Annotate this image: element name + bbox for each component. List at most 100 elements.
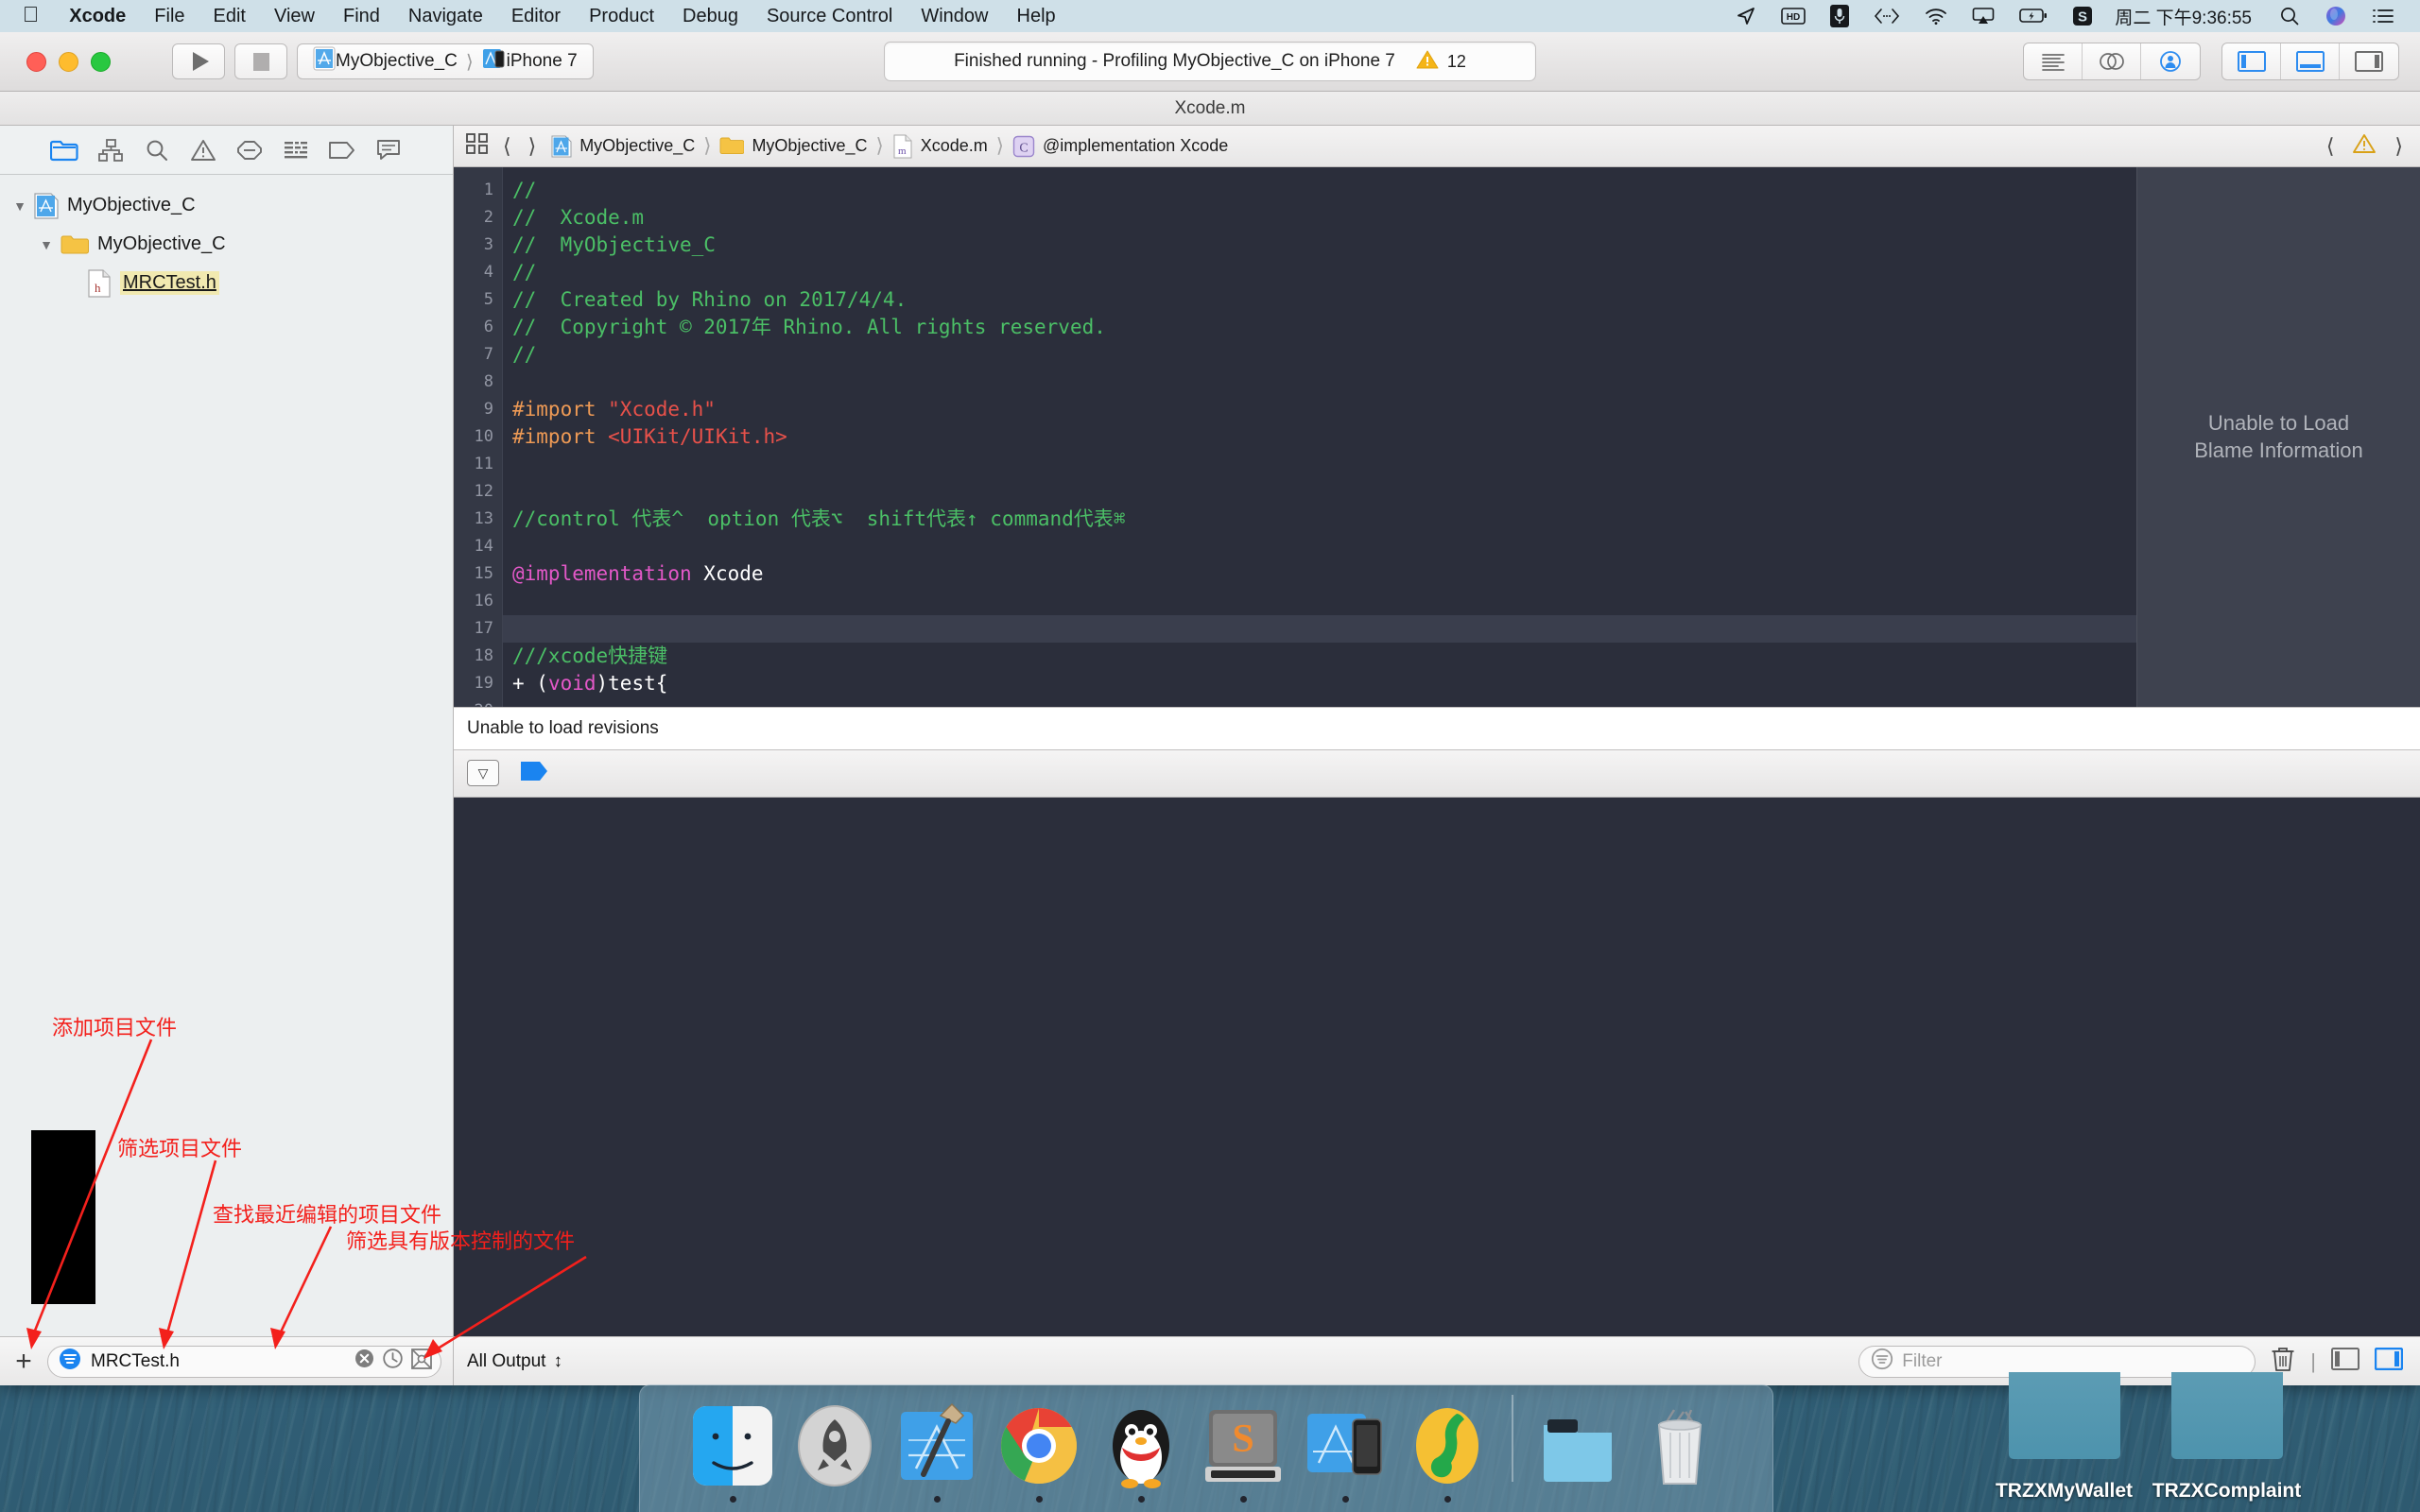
sidebar-item-debug-navigator[interactable]	[273, 131, 320, 169]
breakpoint-toggle-icon[interactable]	[520, 760, 552, 787]
siri-icon[interactable]	[2312, 0, 2360, 32]
dock-item-netease-music[interactable]	[1400, 1389, 1495, 1503]
dock-item-qq[interactable]	[1094, 1389, 1188, 1503]
next-issue-icon[interactable]: ⟩	[2394, 134, 2403, 159]
tree-item-myobjective-c[interactable]: ▼ MyObjective_C	[0, 225, 453, 264]
breadcrumb-item-3[interactable]: C @implementation Xcode	[1012, 135, 1228, 158]
menu-item-product[interactable]: Product	[575, 6, 668, 27]
airplay-icon[interactable]	[1960, 0, 2007, 32]
previous-issue-icon[interactable]: ⟨	[2326, 134, 2335, 159]
stop-icon	[252, 52, 269, 71]
menu-item-view[interactable]: View	[260, 6, 329, 27]
back-chevron-icon[interactable]: ⟨	[503, 134, 511, 159]
menu-item-navigate[interactable]: Navigate	[394, 6, 497, 27]
apple-logo-icon[interactable]: 	[23, 3, 39, 26]
show-console-only-icon[interactable]	[2374, 1347, 2404, 1375]
show-variables-only-icon[interactable]	[2331, 1348, 2360, 1375]
version-editor-icon[interactable]	[2141, 43, 2200, 79]
tree-item-mrctest-h[interactable]: h MRCTest.h	[0, 264, 453, 302]
notification-center-icon[interactable]	[2360, 0, 2407, 32]
toggle-debug-panel-button[interactable]: ▽	[467, 760, 499, 786]
breadcrumb-item-0[interactable]: MyObjective_C	[551, 135, 695, 158]
source-code-text[interactable]: // // Xcode.m // MyObjective_C // // Created…	[503, 167, 2136, 707]
navigator-filter-field[interactable]: MRCTest.h	[47, 1345, 441, 1378]
spotlight-search-icon[interactable]	[2267, 0, 2312, 32]
recent-files-icon[interactable]	[382, 1348, 404, 1375]
menu-item-window[interactable]: Window	[907, 6, 1002, 27]
hd-badge-icon[interactable]: HD	[1769, 0, 1818, 32]
sidebar-item-project-navigator[interactable]	[42, 131, 88, 169]
toggle-debug-area-icon[interactable]	[2281, 43, 2340, 79]
menu-item-editor[interactable]: Editor	[497, 6, 575, 27]
running-indicator	[1341, 1496, 1349, 1503]
menu-item-debug[interactable]: Debug	[668, 6, 752, 27]
warning-badge[interactable]: 12	[1416, 49, 1466, 75]
desktop-icon-trzxcomplaint[interactable]: TRZXComplaint	[2144, 1372, 2309, 1503]
sidebar-item-report-navigator[interactable]	[366, 131, 412, 169]
source-control-filter-icon[interactable]	[410, 1348, 433, 1376]
standard-editor-icon[interactable]	[2024, 43, 2083, 79]
code-token: Xcode	[703, 562, 764, 585]
line-number: 7	[483, 345, 493, 364]
tree-item-myobjective-c[interactable]: ▼ MyObjective_C	[0, 186, 453, 225]
sidebar-item-find-navigator[interactable]	[134, 131, 181, 169]
dock-item-launchpad[interactable]	[787, 1389, 882, 1503]
dock-item-sublime-text[interactable]: S	[1196, 1389, 1290, 1503]
disclosure-triangle-icon[interactable]: ▼	[36, 237, 57, 252]
issue-warning-icon[interactable]	[2353, 133, 2377, 160]
add-file-button[interactable]: +	[11, 1347, 36, 1376]
stop-button[interactable]	[234, 43, 287, 79]
code-line: //control 代表^ option 代表⌥ shift代表↑ comman…	[512, 506, 2136, 533]
run-button[interactable]	[172, 43, 225, 79]
menu-item-xcode[interactable]: Xcode	[55, 6, 140, 27]
minimize-window-button[interactable]	[59, 51, 78, 72]
sidebar-item-test-navigator[interactable]	[227, 131, 273, 169]
location-arrow-icon[interactable]	[1723, 0, 1769, 32]
close-window-button[interactable]	[26, 51, 46, 72]
line-number: 17	[474, 619, 493, 638]
menu-item-edit[interactable]: Edit	[199, 6, 260, 27]
assistant-editor-icon[interactable]	[2083, 43, 2141, 79]
svg-text:HD: HD	[1787, 12, 1800, 23]
menu-item-source-control[interactable]: Source Control	[752, 6, 907, 27]
activity-status-bar[interactable]: Finished running - Profiling MyObjective…	[884, 42, 1536, 81]
breadcrumb-item-1[interactable]: MyObjective_C	[719, 136, 867, 156]
tree-item-label: MyObjective_C	[67, 195, 196, 215]
console-scope-selector[interactable]: All Output ↕	[467, 1351, 562, 1372]
battery-charging-icon[interactable]	[2007, 0, 2060, 32]
console-output-area[interactable]	[454, 797, 2420, 1336]
toggle-navigator-icon[interactable]	[2222, 43, 2281, 79]
sidebar-item-issue-navigator[interactable]	[181, 131, 227, 169]
breadcrumb-item-2[interactable]: m Xcode.m	[892, 134, 988, 159]
microphone-icon[interactable]	[1818, 0, 1861, 32]
dock-item-downloads-folder[interactable]	[1530, 1389, 1625, 1503]
menu-item-file[interactable]: File	[140, 6, 199, 27]
related-items-icon[interactable]	[465, 132, 490, 160]
disclosure-triangle-icon[interactable]: ▼	[9, 198, 30, 214]
xcode-project-icon	[34, 192, 59, 219]
sidebar-item-breakpoint-navigator[interactable]	[320, 131, 366, 169]
dock-item-trash[interactable]	[1633, 1389, 1727, 1503]
menu-bar-clock[interactable]: 周二 下午9:36:55	[2105, 4, 2267, 29]
desktop-icon-trzxmywallet[interactable]: TRZXMyWallet	[1981, 1372, 2147, 1503]
forward-chevron-icon[interactable]: ⟩	[528, 134, 537, 159]
source-code-pane[interactable]: 1234567891011121314151617181920212223242…	[454, 167, 2136, 707]
wifi-icon[interactable]	[1912, 0, 1960, 32]
zoom-window-button[interactable]	[91, 51, 111, 72]
dock-item-chrome[interactable]	[992, 1389, 1086, 1503]
clear-filter-icon[interactable]	[354, 1348, 375, 1375]
sidebar-item-symbol-navigator[interactable]	[88, 131, 134, 169]
scheme-selector[interactable]: MyObjective_C ⟩ iPhone 7	[297, 43, 594, 79]
running-indicator	[729, 1496, 736, 1503]
dock-item-simulator[interactable]	[1298, 1389, 1392, 1503]
menu-item-help[interactable]: Help	[1003, 6, 1070, 27]
svg-text:C: C	[1019, 141, 1028, 155]
dock-item-finder[interactable]	[685, 1389, 780, 1503]
menu-item-find[interactable]: Find	[329, 6, 394, 27]
code-brackets-icon[interactable]	[1861, 0, 1912, 32]
dock-item-xcode[interactable]	[890, 1389, 984, 1503]
objc-m-file-icon: m	[892, 134, 913, 159]
shadowsocks-icon[interactable]: S	[2060, 0, 2105, 32]
code-token: <UIKit/UIKit.h>	[608, 425, 787, 448]
toggle-utilities-icon[interactable]	[2340, 43, 2398, 79]
